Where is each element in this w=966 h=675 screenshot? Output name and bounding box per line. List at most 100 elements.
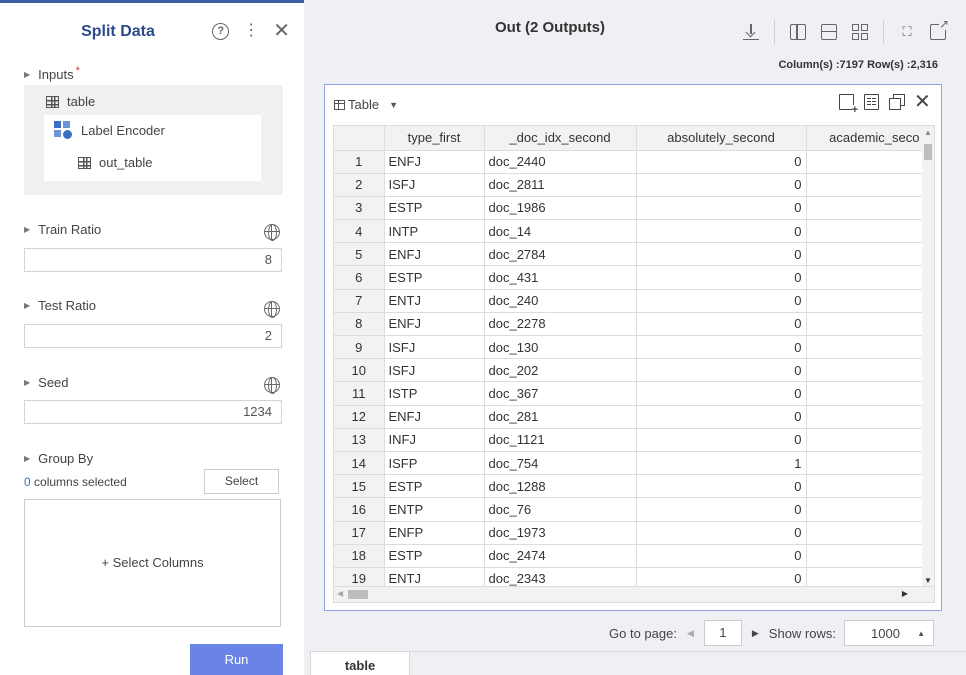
close-icon[interactable]: ✕ xyxy=(273,21,290,41)
table-cell[interactable]: ESTP xyxy=(384,544,485,568)
table-cell[interactable]: doc_431 xyxy=(484,265,637,290)
globe-icon[interactable] xyxy=(264,377,280,394)
table-cell[interactable]: doc_2811 xyxy=(484,173,637,197)
split-vertical-icon[interactable] xyxy=(790,24,806,40)
scroll-up-icon[interactable]: ▲ xyxy=(924,128,932,137)
table-row[interactable]: 18 ESTP doc_2474 0 xyxy=(334,544,925,568)
table-cell[interactable] xyxy=(806,196,925,221)
table-cell[interactable]: ISFP xyxy=(384,451,485,476)
table-cell[interactable]: 0 xyxy=(636,544,807,568)
table-row[interactable]: 5 ENFJ doc_2784 0 xyxy=(334,242,925,267)
table-cell[interactable] xyxy=(806,497,925,522)
table-cell[interactable] xyxy=(806,312,925,337)
table-cell[interactable]: 0 xyxy=(636,358,807,383)
table-cell[interactable]: 0 xyxy=(636,173,807,197)
table-cell[interactable]: doc_14 xyxy=(484,219,637,244)
select-columns-area[interactable]: + Select Columns xyxy=(24,499,281,627)
out-table-item[interactable]: out_table xyxy=(78,155,153,170)
table-cell[interactable]: 1 xyxy=(636,451,807,476)
table-cell[interactable]: ENTJ xyxy=(384,289,485,313)
table-cell[interactable]: ENFJ xyxy=(384,150,485,174)
table-cell[interactable]: 0 xyxy=(636,312,807,337)
label-encoder-item[interactable]: Label Encoder xyxy=(54,121,165,139)
column-header[interactable]: _doc_idx_second xyxy=(484,126,637,151)
table-cell[interactable]: doc_1986 xyxy=(484,196,637,221)
table-row[interactable]: 11 ISTP doc_367 0 xyxy=(334,381,925,406)
table-row[interactable]: 3 ESTP doc_1986 0 xyxy=(334,196,925,221)
table-cell[interactable]: 0 xyxy=(636,405,807,429)
select-button[interactable]: Select xyxy=(204,469,279,494)
seed-toggle[interactable]: ▶ Seed xyxy=(24,375,69,390)
table-row[interactable]: 16 ENTP doc_76 0 xyxy=(334,497,925,522)
table-cell[interactable]: 0 xyxy=(636,242,807,267)
rows-per-page-select[interactable]: 1000 ▲ xyxy=(844,620,934,646)
table-cell[interactable] xyxy=(806,381,925,406)
table-cell[interactable] xyxy=(806,289,925,313)
table-cell[interactable] xyxy=(806,150,925,174)
table-row[interactable]: 1 ENFJ doc_2440 0 xyxy=(334,150,925,174)
help-icon[interactable]: ? xyxy=(212,22,230,40)
scroll-right-icon[interactable]: ▶ xyxy=(902,589,908,598)
table-cell[interactable]: ENFJ xyxy=(384,405,485,429)
table-cell[interactable]: 0 xyxy=(636,497,807,522)
table-row[interactable]: 13 INFJ doc_1121 0 xyxy=(334,428,925,452)
table-row[interactable]: 15 ESTP doc_1288 0 xyxy=(334,474,925,499)
scroll-thumb[interactable] xyxy=(348,590,368,599)
table-cell[interactable]: doc_2474 xyxy=(484,544,637,568)
table-view-dropdown[interactable]: Table ▼ xyxy=(334,97,398,112)
close-icon[interactable]: ✕ xyxy=(914,92,931,112)
tab-table[interactable]: table xyxy=(310,651,410,675)
table-cell[interactable] xyxy=(806,173,925,197)
field-list-icon[interactable] xyxy=(864,94,879,110)
scroll-thumb[interactable] xyxy=(924,144,932,160)
table-cell[interactable]: 0 xyxy=(636,428,807,452)
table-cell[interactable]: ISFJ xyxy=(384,335,485,360)
table-row[interactable]: 10 ISFJ doc_202 0 xyxy=(334,358,925,383)
table-cell[interactable]: 0 xyxy=(636,265,807,290)
train-ratio-input[interactable]: 8 xyxy=(24,248,282,272)
scroll-left-icon[interactable]: ◀ xyxy=(337,589,343,598)
table-cell[interactable]: doc_1288 xyxy=(484,474,637,499)
scroll-down-icon[interactable]: ▼ xyxy=(924,576,932,585)
table-cell[interactable]: 0 xyxy=(636,335,807,360)
table-cell[interactable] xyxy=(806,405,925,429)
table-cell[interactable] xyxy=(806,521,925,545)
table-cell[interactable]: doc_2440 xyxy=(484,150,637,174)
table-cell[interactable]: doc_240 xyxy=(484,289,637,313)
table-row[interactable]: 12 ENFJ doc_281 0 xyxy=(334,405,925,429)
table-cell[interactable]: ENFP xyxy=(384,521,485,545)
table-cell[interactable]: doc_202 xyxy=(484,358,637,383)
table-cell[interactable] xyxy=(806,219,925,244)
download-icon[interactable] xyxy=(743,24,759,40)
more-options-icon[interactable]: ⋮ xyxy=(243,22,259,40)
table-cell[interactable]: ISFJ xyxy=(384,358,485,383)
run-button[interactable]: Run xyxy=(190,644,283,675)
next-page-icon[interactable]: ▶ xyxy=(752,628,759,639)
table-row[interactable]: 9 ISFJ doc_130 0 xyxy=(334,335,925,360)
prev-page-icon[interactable]: ◀ xyxy=(687,628,694,639)
table-cell[interactable] xyxy=(806,428,925,452)
table-cell[interactable]: ESTP xyxy=(384,265,485,290)
table-row[interactable]: 6 ESTP doc_431 0 xyxy=(334,265,925,290)
table-cell[interactable]: 0 xyxy=(636,150,807,174)
table-cell[interactable]: doc_2784 xyxy=(484,242,637,267)
new-document-icon[interactable] xyxy=(839,94,858,115)
table-row[interactable]: 7 ENTJ doc_240 0 xyxy=(334,289,925,313)
inputs-section-toggle[interactable]: ▶ Inputs * xyxy=(24,65,80,83)
fullscreen-icon[interactable]: ⛶ xyxy=(899,24,915,40)
grid-layout-icon[interactable] xyxy=(852,24,868,40)
table-cell[interactable]: 0 xyxy=(636,196,807,221)
column-header[interactable]: absolutely_second xyxy=(636,126,807,151)
table-cell[interactable]: ENFJ xyxy=(384,242,485,267)
table-cell[interactable]: 0 xyxy=(636,289,807,313)
input-table-item[interactable]: table xyxy=(46,94,95,109)
table-cell[interactable]: doc_281 xyxy=(484,405,637,429)
table-cell[interactable]: 0 xyxy=(636,381,807,406)
data-grid[interactable]: type_first _doc_idx_second absolutely_se… xyxy=(333,125,935,603)
test-ratio-toggle[interactable]: ▶ Test Ratio xyxy=(24,298,96,313)
table-cell[interactable]: ENTP xyxy=(384,497,485,522)
split-horizontal-icon[interactable] xyxy=(821,24,837,40)
table-cell[interactable]: doc_130 xyxy=(484,335,637,360)
table-cell[interactable]: INTP xyxy=(384,219,485,244)
table-cell[interactable]: ESTP xyxy=(384,474,485,499)
